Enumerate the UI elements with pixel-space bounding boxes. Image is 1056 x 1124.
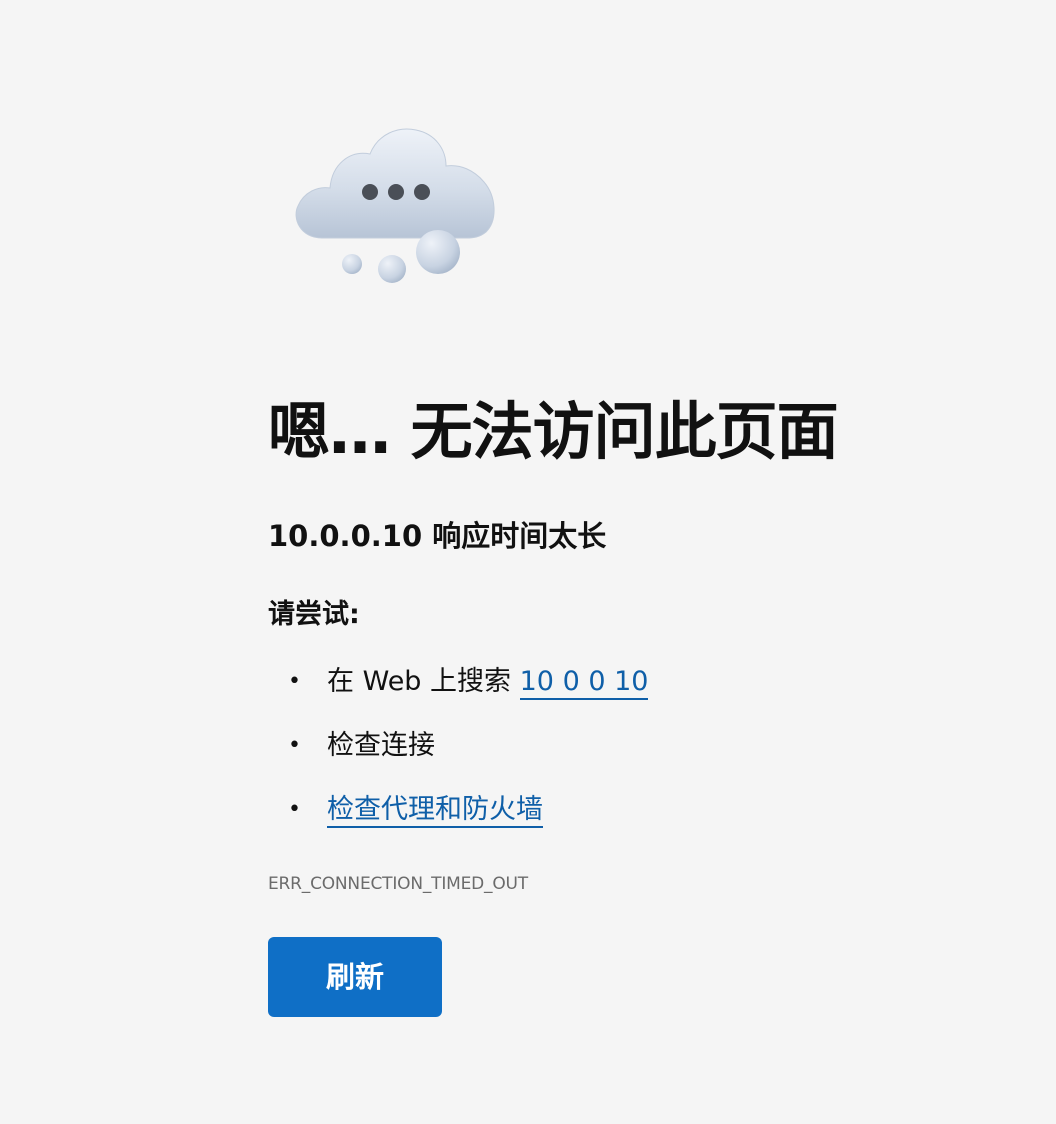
suggestion-item-connection: • 检查连接 <box>268 724 648 788</box>
refresh-button[interactable]: 刷新 <box>268 937 442 1017</box>
error-subtitle: 10.0.0.10 响应时间太长 <box>268 519 607 553</box>
search-web-link[interactable]: 10 0 0 10 <box>519 666 649 700</box>
error-code: ERR_CONNECTION_TIMED_OUT <box>268 874 528 894</box>
cloud-dot <box>414 184 430 200</box>
bubble-medium <box>378 255 406 283</box>
suggestion-item-search: • 在 Web 上搜索 10 0 0 10 <box>268 660 649 724</box>
check-connection-text: 检查连接 <box>327 730 435 761</box>
suggestion-item-proxy: • 检查代理和防火墙 <box>268 788 648 852</box>
bullet-icon: • <box>288 733 301 758</box>
suggestion-list: • 在 Web 上搜索 10 0 0 10 • 检查连接 • 检查代理和防火墙 <box>268 660 649 852</box>
cloud-shape <box>295 128 495 239</box>
check-proxy-firewall-link[interactable]: 检查代理和防火墙 <box>327 794 543 828</box>
cloud-dot <box>362 184 378 200</box>
cloud-dot <box>388 184 404 200</box>
bubble-small <box>342 254 362 274</box>
bullet-icon: • <box>288 669 301 694</box>
cloud-thinking-icon <box>290 120 505 290</box>
try-heading: 请尝试: <box>268 599 360 630</box>
page-title: 嗯… 无法访问此页面 <box>268 395 839 468</box>
bullet-icon: • <box>288 797 301 822</box>
bubble-large <box>416 230 460 274</box>
search-suggestion-prefix: 在 Web 上搜索 <box>327 666 520 697</box>
